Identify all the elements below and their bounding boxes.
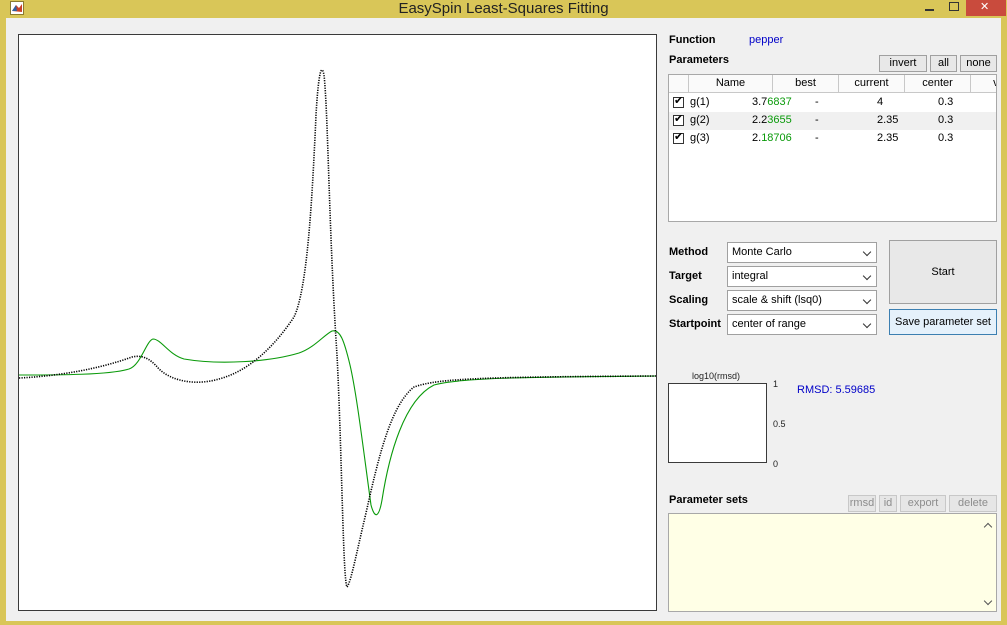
startpoint-label: Startpoint (669, 318, 721, 330)
scaling-label: Scaling (669, 294, 709, 306)
table-header-vary: vary (971, 75, 996, 93)
maximize-icon[interactable] (944, 0, 964, 16)
param-vary[interactable]: 0.3 (938, 94, 953, 112)
scaling-select[interactable]: scale & shift (lsq0) (727, 290, 877, 311)
method-select[interactable]: Monte Carlo (727, 242, 877, 263)
table-row: g(2) 2.23655 - 2.35 0.3 (669, 112, 996, 130)
table-header-current: current (839, 75, 905, 93)
param-current: - (815, 114, 819, 126)
param-vary[interactable]: 0.3 (938, 112, 953, 130)
sort-rmsd-button[interactable]: rmsd (848, 495, 876, 512)
vary-checkbox[interactable] (673, 95, 684, 108)
target-value: integral (732, 270, 769, 282)
rmsd-tick-0: 0 (773, 459, 779, 469)
param-best: 2.18706 (752, 132, 792, 144)
invert-button[interactable]: invert (879, 55, 927, 72)
all-button[interactable]: all (930, 55, 957, 72)
parameter-sets-label: Parameter sets (669, 494, 748, 506)
chevron-down-icon (862, 318, 873, 331)
startpoint-select[interactable]: center of range (727, 314, 877, 335)
target-label: Target (669, 270, 702, 282)
param-best: 3.76837 (752, 96, 792, 108)
function-value: pepper (749, 34, 784, 46)
scaling-value: scale & shift (lsq0) (732, 294, 822, 306)
rmsd-tick-0.5: 0.5 (773, 419, 786, 429)
minimize-icon[interactable] (920, 0, 940, 16)
table-header-name: Name (689, 75, 773, 93)
vary-checkbox[interactable] (673, 113, 684, 126)
param-name: g(2) (690, 114, 710, 126)
param-name: g(3) (690, 132, 710, 144)
param-current: - (815, 96, 819, 108)
rmsd-plot-title: log10(rmsd) (692, 371, 741, 381)
param-vary[interactable]: 0.3 (938, 130, 953, 148)
rmsd-tick-1: 1 (773, 379, 779, 389)
method-label: Method (669, 246, 709, 258)
table-header-center: center (905, 75, 971, 93)
parameters-table: Name best current center vary g(1) 3.768… (668, 74, 997, 222)
scroll-up-icon[interactable] (984, 521, 993, 529)
delete-button[interactable]: delete (949, 495, 997, 512)
sort-id-button[interactable]: id (879, 495, 897, 512)
scroll-down-icon[interactable] (984, 598, 993, 606)
param-center[interactable]: 2.35 (877, 130, 898, 148)
parameter-sets-list[interactable] (668, 513, 997, 612)
none-button[interactable]: none (960, 55, 997, 72)
chevron-down-icon (862, 270, 873, 283)
table-row: g(3) 2.18706 - 2.35 0.3 (669, 130, 996, 148)
window-title: EasySpin Least-Squares Fitting (398, 0, 609, 17)
export-button[interactable]: export (900, 495, 946, 512)
experimental-spectrum-line (19, 69, 656, 589)
param-best: 2.23655 (752, 114, 792, 126)
param-current: - (815, 132, 819, 144)
chevron-down-icon (862, 246, 873, 259)
chevron-down-icon (862, 294, 873, 307)
table-row: g(1) 3.76837 - 4 0.3 (669, 94, 996, 112)
spectrum-plot[interactable] (18, 34, 657, 611)
parameters-label: Parameters (669, 54, 729, 66)
rmsd-readout: RMSD: 5.59685 (797, 384, 876, 396)
close-icon[interactable] (966, 0, 1006, 16)
target-select[interactable]: integral (727, 266, 877, 287)
param-name: g(1) (690, 96, 710, 108)
rmsd-history-plot (668, 383, 767, 463)
startpoint-value: center of range (732, 318, 806, 330)
function-label: Function (669, 34, 716, 46)
table-header-best: best (773, 75, 839, 93)
method-value: Monte Carlo (732, 246, 792, 258)
table-header-check (669, 75, 689, 93)
param-center[interactable]: 2.35 (877, 112, 898, 130)
title-bar: EasySpin Least-Squares Fitting (0, 0, 1007, 18)
save-parameter-set-button[interactable]: Save parameter set (889, 309, 997, 335)
start-button[interactable]: Start (889, 240, 997, 304)
vary-checkbox[interactable] (673, 131, 684, 144)
param-center[interactable]: 4 (877, 94, 883, 112)
